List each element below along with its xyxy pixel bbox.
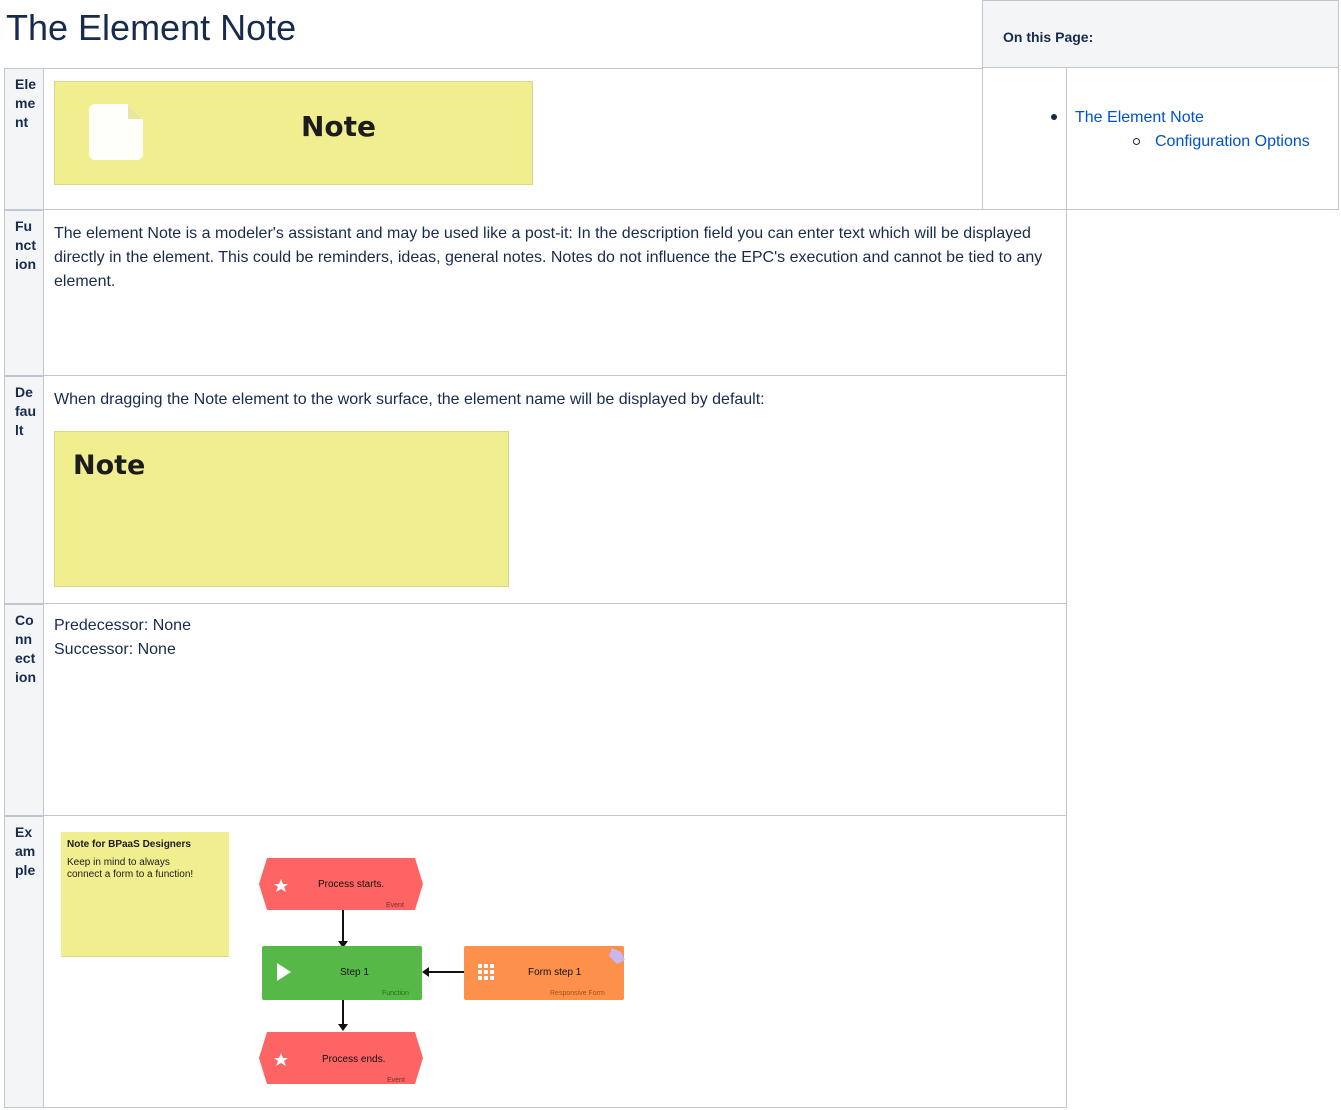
page-title: The Element Note xyxy=(6,7,297,48)
row-label-example: Example xyxy=(4,816,44,1108)
example-note: Note for BPaaS Designers Keep in mind to… xyxy=(61,832,229,957)
note-element-label: Note xyxy=(301,110,377,143)
toc-item-element-note: The Element Note xyxy=(1050,106,1310,130)
step1-label: Step 1 xyxy=(340,967,369,978)
note-element-image: Note xyxy=(54,81,533,185)
note-default-label: Note xyxy=(73,450,146,481)
row-label-connection: Connection xyxy=(4,604,44,816)
example-note-body: Keep in mind to always connect a form to… xyxy=(67,857,194,880)
toc-link-element-note[interactable]: The Element Note xyxy=(1075,109,1204,126)
toc-heading: On this Page: xyxy=(1003,29,1094,45)
connection-successor: Successor: None xyxy=(54,641,176,658)
row-cell-element: Note xyxy=(44,68,983,210)
event-start-label: Process starts. xyxy=(318,879,385,890)
form-step-label: Form step 1 xyxy=(528,967,582,978)
step1-type: Function xyxy=(382,990,409,997)
event-start-type: Event xyxy=(386,902,404,909)
note-doc-icon xyxy=(89,104,143,160)
event-end-type: Event xyxy=(387,1077,405,1084)
note-default-image: Note xyxy=(54,431,509,587)
form-step-type: Responsive Form xyxy=(550,990,605,997)
example-note-title: Note for BPaaS Designers xyxy=(67,839,191,850)
toc-header: On this Page: xyxy=(982,0,1339,68)
row-cell-default: When dragging the Note element to the wo… xyxy=(44,376,1067,604)
event-end-label: Process ends. xyxy=(322,1054,386,1065)
function-description: The element Note is a modeler's assistan… xyxy=(54,225,1043,290)
row-label-default: Default xyxy=(4,376,44,604)
row-label-function: Function xyxy=(4,210,44,376)
toc-item-configuration: Configuration Options xyxy=(1050,130,1310,154)
row-cell-function: The element Note is a modeler's assistan… xyxy=(44,210,1067,376)
default-description: When dragging the Note element to the wo… xyxy=(54,391,765,408)
row-cell-connection: Predecessor: None Successor: None xyxy=(44,604,1067,816)
grid-icon xyxy=(478,964,494,980)
connection-predecessor: Predecessor: None xyxy=(54,617,191,634)
row-cell-example: Note for BPaaS Designers Keep in mind to… xyxy=(44,816,1067,1108)
toc-link-configuration-options[interactable]: Configuration Options xyxy=(1155,133,1310,150)
row-label-element: Element xyxy=(4,68,44,210)
toc-list: The Element Note Configuration Options xyxy=(1050,106,1310,154)
